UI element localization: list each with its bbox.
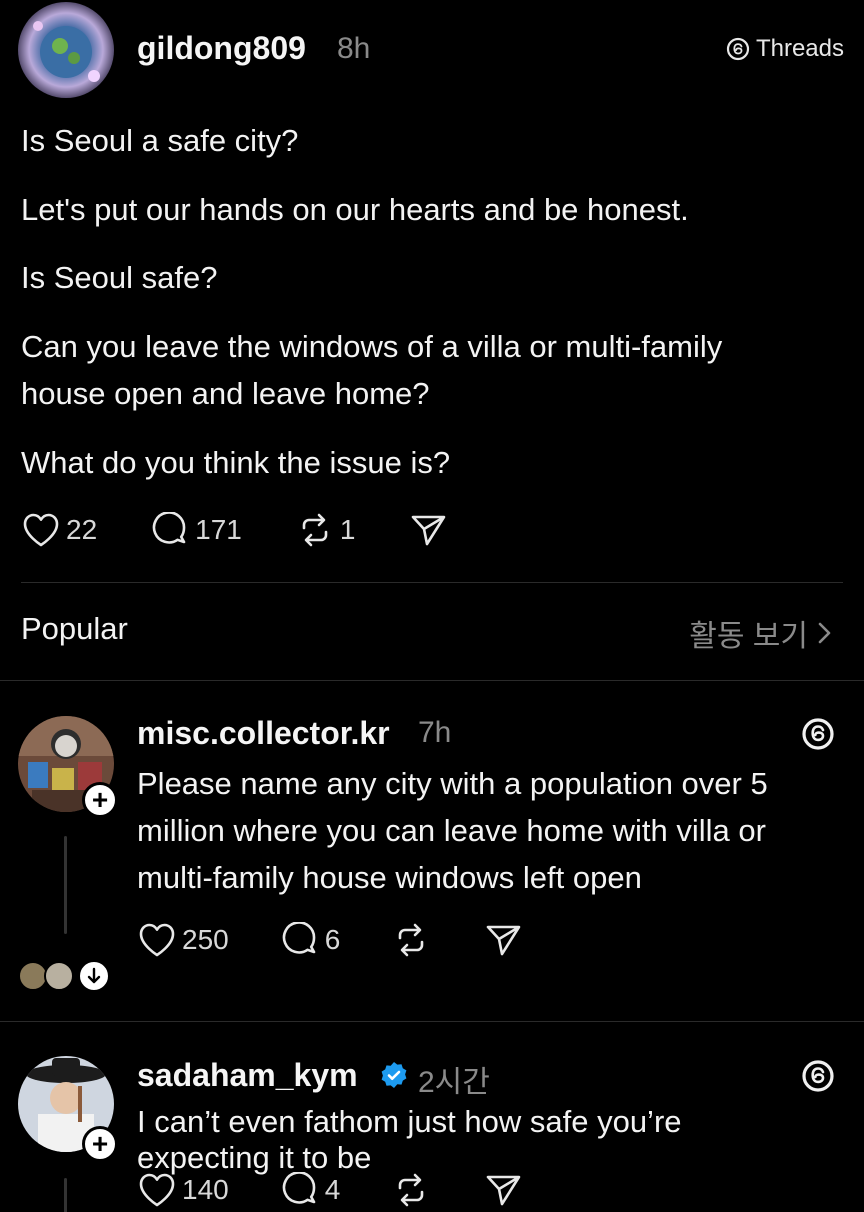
post-text-line: Can you leave the windows of a villa or …	[21, 329, 723, 364]
post-time: 8h	[337, 32, 371, 65]
post-text-line: Is Seoul safe?	[21, 260, 218, 295]
replier-avatar	[44, 961, 74, 991]
repost-button[interactable]: 1	[296, 512, 356, 548]
reply-actions: 250 6	[138, 922, 522, 958]
thread-connector-line	[64, 836, 67, 934]
reply-count: 171	[195, 514, 242, 545]
comment-icon	[152, 512, 186, 544]
reply-username[interactable]: misc.collector.kr	[137, 715, 390, 752]
like-button[interactable]: 22	[22, 512, 97, 548]
threads-source-badge[interactable]: Threads	[726, 35, 844, 63]
follow-plus-button[interactable]: +	[82, 1126, 118, 1162]
divider	[21, 582, 843, 583]
view-activity-label: 활동 보기	[689, 620, 808, 653]
reply-username[interactable]: sadaham_kym	[137, 1057, 358, 1094]
repost-icon	[398, 1173, 424, 1207]
send-icon	[412, 515, 446, 546]
verified-badge-icon	[381, 1062, 407, 1088]
reply-time: 2시간	[418, 1066, 490, 1099]
send-icon	[486, 1175, 521, 1206]
like-button[interactable]: 140	[138, 1172, 229, 1208]
expand-replies-button[interactable]	[78, 960, 110, 992]
divider	[0, 1021, 864, 1022]
author-avatar[interactable]	[18, 2, 114, 98]
reply-text-line: Please name any city with a population o…	[137, 766, 768, 801]
threads-source-label: Threads	[755, 35, 844, 62]
chevron-right-icon	[818, 622, 831, 644]
like-button[interactable]: 250	[138, 922, 229, 958]
heart-icon	[139, 1173, 175, 1207]
heart-icon	[23, 513, 59, 547]
reply-text-line: multi-family house windows left open	[137, 860, 642, 895]
reply-actions: 140 4	[138, 1172, 522, 1208]
reply-text-line: million where you can leave home with vi…	[137, 813, 766, 848]
share-button[interactable]	[409, 512, 447, 548]
thread-connector-line	[64, 1178, 67, 1212]
post-text-line: Is Seoul a safe city?	[21, 123, 299, 158]
reply-button[interactable]: 6	[281, 922, 341, 958]
share-button[interactable]	[484, 1172, 522, 1208]
comment-icon	[282, 922, 316, 954]
arrow-down-icon	[87, 967, 101, 984]
author-username[interactable]: gildong809	[137, 30, 306, 67]
send-icon	[486, 925, 521, 956]
reply-time: 7h	[418, 716, 452, 749]
post-text-line: What do you think the issue is?	[21, 445, 451, 480]
reply-button[interactable]: 171	[151, 512, 242, 548]
view-activity-link[interactable]: 활동 보기	[689, 611, 832, 655]
threads-logo-icon	[726, 37, 750, 61]
reply-count: 6	[324, 924, 341, 955]
like-count: 140	[182, 1174, 229, 1205]
section-title: Popular	[21, 611, 128, 646]
like-count: 250	[182, 924, 229, 955]
repost-button[interactable]	[392, 922, 430, 958]
reply-count: 4	[324, 1174, 341, 1205]
divider	[0, 680, 864, 681]
heart-icon	[139, 923, 175, 957]
share-button[interactable]	[484, 922, 522, 958]
repost-icon	[302, 513, 328, 547]
post-text-line: Let's put our hands on our hearts and be…	[21, 192, 689, 227]
post-actions: 22 171 1	[22, 512, 447, 548]
repost-button[interactable]	[392, 1172, 430, 1208]
comment-icon	[282, 1172, 316, 1204]
reply-button[interactable]: 4	[281, 1172, 341, 1208]
follow-plus-button[interactable]: +	[82, 782, 118, 818]
post-text-line: house open and leave home?	[21, 376, 430, 411]
repost-count: 1	[339, 514, 356, 545]
threads-logo-icon[interactable]	[800, 1058, 836, 1094]
repost-icon	[398, 923, 424, 957]
like-count: 22	[66, 514, 98, 545]
threads-logo-icon[interactable]	[800, 716, 836, 752]
